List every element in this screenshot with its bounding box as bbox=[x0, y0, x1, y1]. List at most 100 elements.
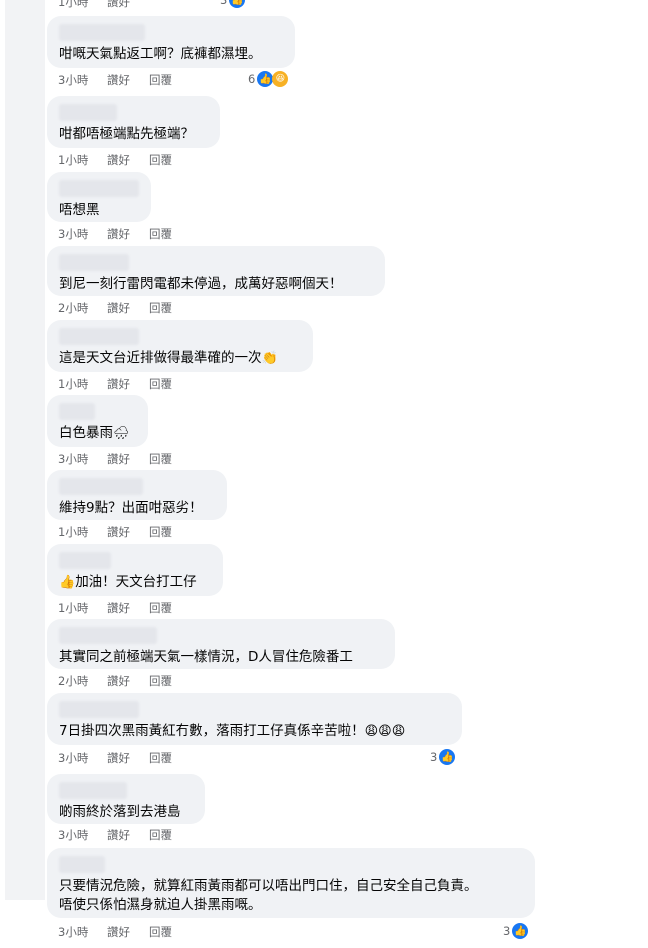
reply-link[interactable]: 回覆 bbox=[149, 673, 172, 689]
like-link[interactable]: 讚好 bbox=[107, 72, 149, 88]
comment-text: 維持9點？出面咁惡劣！ bbox=[59, 500, 203, 516]
comment-bubble: 7日掛四次黑雨黃紅冇數，落雨打工仔真係辛苦啦！😩😩😩 bbox=[47, 693, 462, 745]
author-name-blurred[interactable] bbox=[59, 478, 143, 495]
comment-bubble: 咁嘅天氣點返工啊？底褲都濕埋。 bbox=[47, 16, 295, 68]
author-name-blurred[interactable] bbox=[59, 403, 95, 420]
comment-text: 👍加油！天文台打工仔 bbox=[59, 574, 197, 590]
like-link[interactable]: 讚好 bbox=[107, 827, 149, 843]
reply-link[interactable]: 回覆 bbox=[149, 827, 172, 843]
list-item: 這是天文台近排做得最準確的一次👏 1小時 讚好 回覆 bbox=[47, 320, 313, 391]
comment-text: 只要情況危險，就算紅雨黃雨都可以唔出門口住，自己安全自己負責。 bbox=[59, 878, 478, 894]
like-link[interactable]: 讚好 bbox=[107, 300, 149, 316]
reply-link[interactable]: 回覆 bbox=[149, 750, 172, 766]
author-name-blurred[interactable] bbox=[59, 856, 105, 873]
list-item: 維持9點？出面咁惡劣！ 1小時 讚好 回覆 bbox=[47, 470, 227, 539]
like-link[interactable]: 讚好 bbox=[107, 750, 149, 766]
reply-link[interactable]: 回覆 bbox=[149, 152, 172, 168]
author-name-blurred[interactable] bbox=[59, 180, 139, 197]
author-name-blurred[interactable] bbox=[59, 104, 117, 121]
comment-meta-top: 1小時 讚好 bbox=[58, 0, 149, 10]
reply-link[interactable]: 回覆 bbox=[149, 924, 172, 940]
reaction-count: 3 bbox=[430, 750, 438, 764]
comment-time: 1小時 bbox=[58, 525, 89, 539]
comment-meta: 3小時 讚好 回覆 bbox=[58, 226, 172, 242]
comment-meta: 1小時 讚好 回覆 bbox=[58, 152, 172, 168]
rain-cloud-icon: 🌧 bbox=[113, 426, 130, 441]
like-link[interactable]: 讚好 bbox=[107, 0, 149, 10]
reply-link[interactable]: 回覆 bbox=[149, 451, 172, 467]
comment-time: 3小時 bbox=[58, 828, 89, 842]
author-name-blurred[interactable] bbox=[59, 627, 157, 644]
list-item: 只要情況危險，就算紅雨黃雨都可以唔出門口住，自己安全自己負責。 唔使只係怕濕身就… bbox=[47, 848, 535, 939]
comment-text: 唔想黑 bbox=[59, 202, 100, 218]
comment-bubble: 👍加油！天文台打工仔 bbox=[47, 544, 223, 596]
comment-bubble: 其實同之前極端天氣一樣情況，D人冒住危險番工 bbox=[47, 619, 395, 669]
reply-link[interactable]: 回覆 bbox=[149, 600, 172, 616]
list-item: 到尼一刻行雷閃電都未停過，成萬好惡啊個天！ 2小時 讚好 回覆 bbox=[47, 246, 385, 315]
reaction-summary[interactable]: 3 👍 bbox=[503, 923, 529, 939]
comment-text: 7日掛四次黑雨黃紅冇數，落雨打工仔真係辛苦啦！😩😩😩 bbox=[59, 723, 406, 739]
like-link[interactable]: 讚好 bbox=[107, 226, 149, 242]
comment-time: 3小時 bbox=[58, 227, 89, 241]
comment-text: 這是天文台近排做得最準確的一次👏 bbox=[59, 350, 278, 366]
comment-bubble: 這是天文台近排做得最準確的一次👏 bbox=[47, 320, 313, 372]
author-name-blurred[interactable] bbox=[59, 24, 145, 41]
comment-time: 3小時 bbox=[58, 925, 89, 939]
like-link[interactable]: 讚好 bbox=[107, 600, 149, 616]
like-link[interactable]: 讚好 bbox=[107, 451, 149, 467]
author-name-blurred[interactable] bbox=[59, 782, 127, 799]
comment-bubble: 唔想黑 bbox=[47, 172, 151, 222]
author-name-blurred[interactable] bbox=[59, 701, 139, 718]
comment-meta: 3小時 讚好 回覆 bbox=[58, 72, 172, 88]
comment-meta: 2小時 讚好 回覆 bbox=[58, 300, 172, 316]
comment-time: 1小時 bbox=[58, 153, 89, 167]
author-name-blurred[interactable] bbox=[59, 328, 139, 345]
list-item: 咁嘅天氣點返工啊？底褲都濕埋。 3小時 讚好 回覆 6 👍 😆 bbox=[47, 16, 295, 87]
comment-meta: 3小時 讚好 回覆 bbox=[58, 924, 172, 940]
comment-text: 咁都唔極端點先極端？ bbox=[59, 126, 194, 142]
author-name-blurred[interactable] bbox=[59, 552, 111, 569]
author-name-blurred[interactable] bbox=[59, 254, 129, 271]
reaction-count: 3 bbox=[220, 0, 228, 7]
list-item: 白色暴雨🌧 3小時 讚好 回覆 bbox=[47, 395, 172, 466]
comment-bubble: 到尼一刻行雷閃電都未停過，成萬好惡啊個天！ bbox=[47, 246, 385, 296]
like-reaction-icon: 👍 bbox=[229, 0, 246, 8]
list-item: 唔想黑 3小時 讚好 回覆 bbox=[47, 172, 172, 241]
like-reaction-icon: 👍 bbox=[439, 749, 456, 765]
comment-text: 其實同之前極端天氣一樣情況，D人冒住危險番工 bbox=[59, 649, 353, 665]
comment-time: 3小時 bbox=[58, 751, 89, 765]
reply-link[interactable]: 回覆 bbox=[149, 524, 172, 540]
reaction-summary[interactable]: 6 👍 😆 bbox=[248, 71, 289, 87]
thumbs-up-icon: 👍 bbox=[59, 575, 76, 590]
like-link[interactable]: 讚好 bbox=[107, 673, 149, 689]
comment-meta: 2小時 讚好 回覆 bbox=[58, 673, 172, 689]
comment-bubble: 白色暴雨🌧 bbox=[47, 395, 148, 447]
reply-link[interactable]: 回覆 bbox=[149, 72, 172, 88]
list-item: 啲雨終於落到去港島 3小時 讚好 回覆 bbox=[47, 774, 205, 842]
comment-time: 1小時 bbox=[58, 601, 89, 615]
weary-face-icon: 😩😩😩 bbox=[364, 724, 406, 739]
reaction-count: 3 bbox=[503, 924, 511, 938]
reply-link[interactable]: 回覆 bbox=[149, 376, 172, 392]
comment-meta: 1小時 讚好 回覆 bbox=[58, 376, 172, 392]
reaction-count-top[interactable]: 3 👍 bbox=[220, 0, 246, 8]
comment-time: 2小時 bbox=[58, 674, 89, 688]
comment-meta: 3小時 讚好 回覆 bbox=[58, 827, 172, 843]
comment-bubble: 啲雨終於落到去港島 bbox=[47, 774, 205, 824]
like-link[interactable]: 讚好 bbox=[107, 924, 149, 940]
reaction-summary[interactable]: 3 👍 bbox=[430, 749, 456, 765]
list-item: 7日掛四次黑雨黃紅冇數，落雨打工仔真係辛苦啦！😩😩😩 3小時 讚好 回覆 3 👍 bbox=[47, 693, 462, 765]
comment-time: 1小時 bbox=[58, 0, 89, 9]
comment-text: 白色暴雨🌧 bbox=[59, 425, 130, 441]
reaction-count: 6 bbox=[248, 72, 256, 86]
comment-meta: 1小時 讚好 回覆 bbox=[58, 600, 172, 616]
comment-meta: 1小時 讚好 回覆 bbox=[58, 524, 172, 540]
like-link[interactable]: 讚好 bbox=[107, 524, 149, 540]
like-link[interactable]: 讚好 bbox=[107, 376, 149, 392]
reply-link[interactable]: 回覆 bbox=[149, 226, 172, 242]
like-link[interactable]: 讚好 bbox=[107, 152, 149, 168]
comment-time: 1小時 bbox=[58, 377, 89, 391]
list-item: 其實同之前極端天氣一樣情況，D人冒住危險番工 2小時 讚好 回覆 bbox=[47, 619, 395, 688]
reply-link[interactable]: 回覆 bbox=[149, 300, 172, 316]
comment-time: 3小時 bbox=[58, 73, 89, 87]
